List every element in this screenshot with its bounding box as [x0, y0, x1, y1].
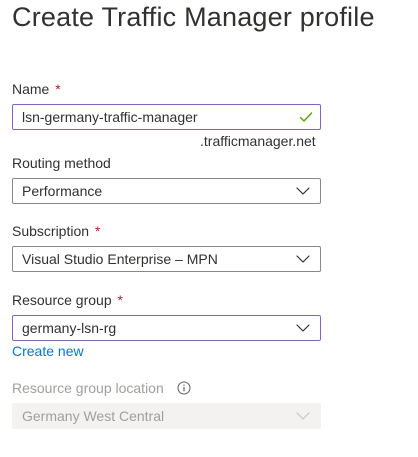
routing-method-label: Routing method — [12, 155, 111, 171]
create-new-resource-group-link[interactable]: Create new — [12, 343, 84, 359]
resource-group-required-mark: * — [117, 292, 123, 308]
subscription-label: Subscription * — [12, 223, 100, 239]
resource-group-label-text: Resource group — [12, 292, 112, 308]
dns-suffix: .trafficmanager.net — [200, 133, 316, 149]
info-icon[interactable] — [177, 381, 191, 395]
resource-group-location-value: Germany West Central — [22, 408, 165, 424]
chevron-down-icon — [295, 320, 311, 336]
subscription-label-text: Subscription — [12, 223, 90, 239]
page-title: Create Traffic Manager profile — [12, 2, 375, 32]
resource-group-label: Resource group * — [12, 292, 123, 308]
name-label-text: Name — [12, 81, 50, 97]
name-field[interactable] — [12, 104, 321, 130]
checkmark-icon — [298, 109, 314, 125]
chevron-down-icon — [295, 251, 311, 267]
routing-method-label-text: Routing method — [12, 155, 111, 171]
create-traffic-manager-page: Create Traffic Manager profile Name * .t… — [0, 0, 418, 457]
routing-method-dropdown[interactable]: Performance — [12, 178, 321, 204]
subscription-dropdown[interactable]: Visual Studio Enterprise – MPN — [12, 246, 321, 272]
resource-group-dropdown[interactable]: germany-lsn-rg — [12, 315, 321, 341]
chevron-down-icon — [295, 408, 311, 424]
name-required-mark: * — [55, 81, 61, 97]
resource-group-location-label-text: Resource group location — [12, 380, 164, 396]
subscription-required-mark: * — [94, 223, 101, 239]
resource-group-location-dropdown: Germany West Central — [12, 403, 321, 429]
subscription-value: Visual Studio Enterprise – MPN — [22, 251, 218, 267]
routing-method-value: Performance — [22, 183, 103, 199]
name-input[interactable] — [22, 109, 298, 125]
resource-group-value: germany-lsn-rg — [22, 320, 117, 336]
chevron-down-icon — [295, 183, 311, 199]
resource-group-location-label: Resource group location — [12, 380, 191, 396]
name-label: Name * — [12, 81, 61, 97]
